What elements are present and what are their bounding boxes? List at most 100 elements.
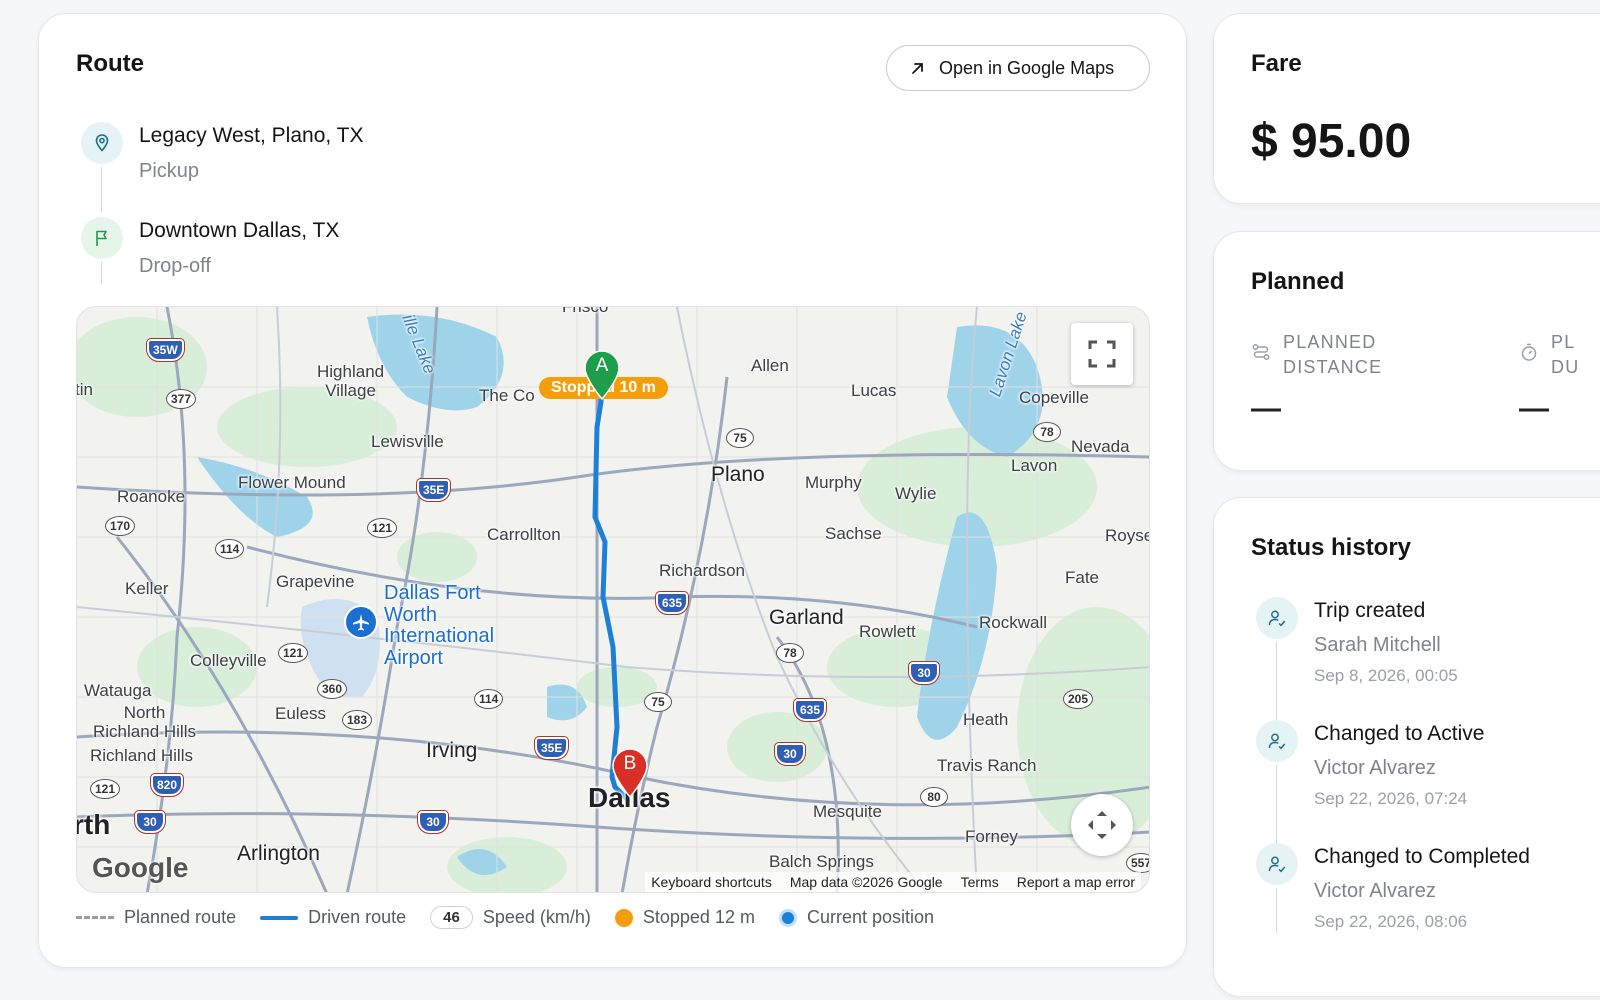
map-label: Watauga — [84, 681, 152, 700]
map-label: Sachse — [825, 524, 882, 543]
airplane-icon — [344, 605, 378, 639]
user-check-icon — [1256, 597, 1298, 639]
stopwatch-icon — [1521, 343, 1537, 361]
map-label: Carrollton — [487, 525, 561, 544]
map-label: Rowlett — [859, 622, 916, 641]
flag-icon — [81, 217, 123, 259]
legend-label: Planned route — [124, 907, 237, 927]
map-label: tin — [76, 380, 93, 399]
map-label: Keller — [125, 579, 169, 598]
status-item: Changed to Completed Victor Alvarez Sep … — [1256, 843, 1530, 932]
orange-dot-icon — [614, 908, 633, 927]
status-title: Changed to Completed — [1314, 845, 1530, 868]
map-label: Balch Springs — [769, 852, 874, 871]
fullscreen-button[interactable] — [1071, 323, 1133, 385]
route-card: Route Open in Google Maps Legacy West, P… — [38, 13, 1187, 968]
fit-bounds-icon — [1088, 811, 1116, 839]
route-icon — [1252, 344, 1270, 360]
planned-duration-value: — — [1519, 392, 1549, 425]
highway-shield: 30 — [417, 810, 449, 834]
marker-a-label: A — [595, 355, 609, 376]
status-title: Trip created — [1314, 599, 1426, 622]
highway-shield: 30 — [774, 742, 806, 766]
highway-shield: 820 — [149, 773, 185, 797]
driven-route-line — [592, 382, 630, 802]
status-user: Victor Alvarez — [1314, 757, 1436, 779]
planned-duration-metric: PL DU — [1519, 330, 1579, 380]
status-history-title: Status history — [1251, 534, 1412, 561]
map-label: Royse — [1105, 526, 1150, 545]
map-label: Travis Ranch — [937, 756, 1037, 775]
map-label: North Richland Hills — [93, 703, 196, 741]
report-map-error-link[interactable]: Report a map error — [1017, 874, 1135, 890]
highway-shield: 78 — [1033, 422, 1061, 442]
map-label: Frisco — [562, 306, 609, 316]
dropoff-stop: Downtown Dallas, TX Drop-off — [81, 217, 339, 278]
map-label: Fate — [1065, 568, 1100, 587]
legend-label: Speed (km/h) — [482, 907, 591, 927]
blue-dot-icon — [778, 908, 797, 927]
solid-line-icon — [260, 915, 299, 920]
planned-card: Planned PLANNED DISTANCE PL DU — — — [1213, 231, 1600, 471]
map-label: Flower Mound — [238, 473, 346, 492]
highway-shield: 35W — [146, 338, 185, 362]
keyboard-shortcuts-link[interactable]: Keyboard shortcuts — [651, 874, 772, 890]
highway-shield: 377 — [166, 389, 197, 409]
speed-badge: 46 — [430, 906, 473, 929]
legend-label: Stopped 12 m — [642, 907, 755, 927]
marker-a[interactable]: A — [582, 349, 622, 401]
highway-shield: 183 — [342, 710, 373, 730]
map-label: rth — [76, 809, 111, 840]
map-label: Richland Hills — [90, 746, 193, 765]
map-label-airport: Dallas Fort Worth International Airport — [384, 582, 495, 669]
map-label: Mesquite — [813, 802, 882, 821]
legend-label: Driven route — [308, 907, 407, 927]
map-label: Colleyville — [190, 651, 267, 670]
highway-shield: 205 — [1063, 689, 1094, 709]
map-label: Allen — [751, 356, 789, 375]
status-time: Sep 22, 2026, 07:24 — [1314, 789, 1468, 808]
route-map[interactable]: Frisco Highland Village The Co Allen Luc… — [76, 306, 1150, 893]
map-label: Arlington — [237, 842, 320, 865]
map-label: Nevada — [1071, 437, 1130, 456]
highway-shield: 78 — [776, 643, 804, 663]
map-footer: Keyboard shortcuts Map data ©2026 Google… — [645, 872, 1141, 892]
highway-shield: 75 — [726, 428, 754, 448]
highway-shield: 635 — [654, 591, 690, 615]
highway-shield: 635 — [792, 698, 828, 722]
map-label: Copeville — [1019, 388, 1089, 407]
status-item: Trip created Sarah Mitchell Sep 8, 2026,… — [1256, 597, 1458, 686]
location-pin-icon — [81, 122, 123, 164]
map-label: Highland Village — [317, 362, 385, 400]
route-title: Route — [76, 50, 144, 77]
highway-shield: 121 — [278, 643, 309, 663]
status-history-card: Status history Trip created Sarah Mitche… — [1213, 497, 1600, 997]
legend-label: Current position — [806, 907, 935, 927]
highway-shield: 35E — [533, 736, 570, 760]
user-check-icon — [1256, 720, 1298, 762]
planned-distance-label: PLANNED DISTANCE — [1283, 332, 1383, 377]
fare-amount: $ 95.00 — [1251, 115, 1412, 168]
highway-shield: 557 — [1126, 853, 1149, 873]
map-label: Lewisville — [371, 432, 444, 451]
open-in-google-maps-button[interactable]: Open in Google Maps — [886, 45, 1150, 91]
recenter-button[interactable] — [1071, 794, 1133, 856]
map-label: Roanoke — [117, 487, 186, 506]
status-title: Changed to Active — [1314, 722, 1485, 745]
map-label: Lavon — [1011, 456, 1058, 475]
fullscreen-icon — [1088, 340, 1116, 368]
fare-title: Fare — [1251, 50, 1302, 77]
planned-distance-metric: PLANNED DISTANCE — [1251, 330, 1382, 380]
planned-distance-value: — — [1251, 392, 1281, 425]
map-label: Grapevine — [276, 572, 355, 591]
map-label: Garland — [769, 606, 844, 629]
status-time: Sep 22, 2026, 08:06 — [1314, 912, 1468, 931]
dropoff-role: Drop-off — [139, 255, 211, 277]
highway-shield: 35E — [415, 478, 452, 502]
pickup-role: Pickup — [139, 160, 200, 182]
highway-shield: 80 — [920, 787, 948, 807]
marker-b-label: B — [623, 753, 637, 774]
terms-link[interactable]: Terms — [961, 874, 999, 890]
planned-title: Planned — [1251, 268, 1345, 295]
marker-b[interactable]: B — [610, 747, 650, 799]
